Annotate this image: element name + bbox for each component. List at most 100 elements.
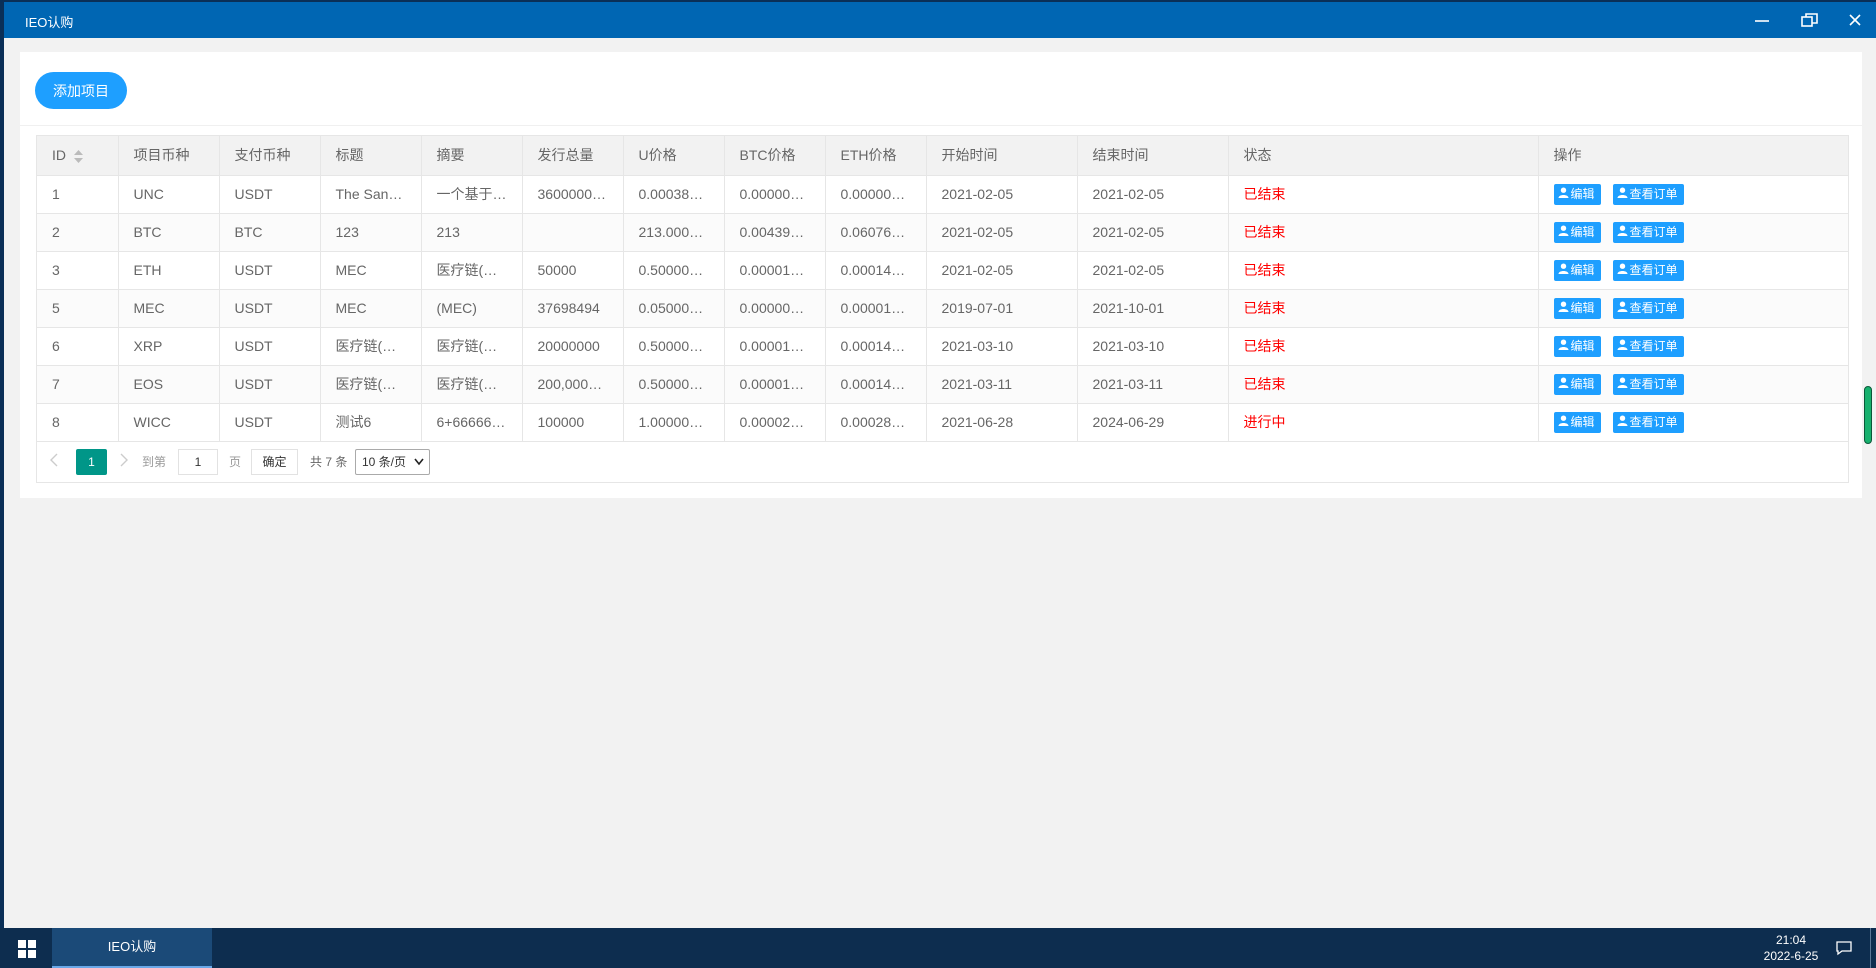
total-count: 共 7 条 [310,454,348,469]
cell-pay-coin: USDT [219,403,321,442]
minimize-icon[interactable] [1749,10,1775,32]
col-header-btc-price: BTC价格 [724,136,826,176]
table-row: 5 MEC USDT MEC (MEC) 37698494 0.05000… 0.00000…… [37,289,1848,328]
view-orders-label: 查看订单 [1629,376,1678,391]
col-header-pay-coin: 支付币种 [219,136,321,176]
cell-btc-price: 0.00001… [724,327,826,366]
restore-icon[interactable] [1797,10,1823,32]
cell-pay-coin: USDT [219,251,321,290]
table-row: 2 BTC BTC 123 213 213.000… 0.00439… 0.06076… 202… [37,213,1848,252]
cell-start-time: 2021-03-10 [926,327,1078,366]
page-current[interactable]: 1 [76,448,107,475]
user-icon [1617,184,1628,205]
card-toolbar: 添加项目 [20,52,1862,126]
col-header-total-supply: 发行总量 [522,136,624,176]
cell-btc-price: 0.00002… [724,403,826,442]
cell-title: MEC [320,251,422,290]
edit-button[interactable]: 编辑 [1553,411,1601,433]
cell-u-price: 1.00000… [623,403,725,442]
view-orders-label: 查看订单 [1629,262,1678,277]
cell-total-supply [522,213,624,252]
cell-summary: 一个基于… [421,175,523,214]
cell-btc-price: 0.00001… [724,365,826,404]
user-icon [1558,336,1569,357]
goto-page-input[interactable]: 1 [178,448,218,475]
col-header-summary: 摘要 [421,136,523,176]
edit-button[interactable]: 编辑 [1553,335,1601,357]
edit-button[interactable]: 编辑 [1553,297,1601,319]
goto-label: 到第 [142,454,167,469]
show-desktop-button[interactable] [1870,928,1871,968]
cell-actions: 编辑 查看订单 [1538,327,1848,366]
cell-total-supply: 20000000 [522,327,624,366]
view-orders-button[interactable]: 查看订单 [1612,411,1684,433]
edit-button[interactable]: 编辑 [1553,259,1601,281]
cell-summary: 医疗链(… [421,365,523,404]
col-header-status: 状态 [1228,136,1539,176]
cell-eth-price: 0.00028… [825,403,927,442]
cell-end-time: 2021-03-10 [1077,327,1229,366]
cell-id: 2 [37,213,119,252]
cell-summary: 医疗链(… [421,327,523,366]
window-titlebar: IEO认购 [0,0,1876,38]
cell-pay-coin: USDT [219,327,321,366]
cell-project-coin: EOS [118,365,220,404]
goto-confirm-button[interactable]: 确定 [251,448,298,475]
sort-icon[interactable] [74,150,83,164]
cell-project-coin: XRP [118,327,220,366]
view-orders-button[interactable]: 查看订单 [1612,183,1684,205]
user-icon [1558,374,1569,395]
cell-status: 进行中 [1228,403,1539,442]
close-icon[interactable] [1842,10,1868,32]
view-orders-button[interactable]: 查看订单 [1612,259,1684,281]
cell-id: 1 [37,175,119,214]
cell-total-supply: 50000 [522,251,624,290]
cell-project-coin: MEC [118,289,220,328]
cell-summary: 6+66666… [421,403,523,442]
scroll-indicator[interactable] [1864,386,1872,444]
edit-button[interactable]: 编辑 [1553,221,1601,243]
chevron-right-icon[interactable] [119,453,129,470]
taskbar-app-ieo[interactable]: IEO认购 [52,928,212,968]
cell-project-coin: WICC [118,403,220,442]
col-header-id[interactable]: ID [37,136,119,176]
table-header-row: ID 项目币种 支付币种 标题 摘要 发行总量 U价格 BTC价格 ETH价格 … [37,136,1848,176]
cell-u-price: 0.50000… [623,251,725,290]
cell-project-coin: BTC [118,213,220,252]
cell-end-time: 2021-02-05 [1077,251,1229,290]
cell-title: 123 [320,213,422,252]
cell-id: 6 [37,327,119,366]
view-orders-button[interactable]: 查看订单 [1612,221,1684,243]
cell-title: The San… [320,175,422,214]
chevron-left-icon[interactable] [49,453,59,470]
cell-end-time: 2021-10-01 [1077,289,1229,328]
edit-label: 编辑 [1570,224,1595,239]
cell-project-coin: ETH [118,251,220,290]
edit-button[interactable]: 编辑 [1553,183,1601,205]
cell-project-coin: UNC [118,175,220,214]
cell-eth-price: 0.00014… [825,251,927,290]
chevron-down-icon [414,458,424,465]
page-size-select[interactable]: 10 条/页 [355,448,430,475]
cell-status: 已结束 [1228,327,1539,366]
windows-start-icon[interactable] [18,940,36,958]
cell-status: 已结束 [1228,365,1539,404]
cell-summary: 医疗链(… [421,251,523,290]
view-orders-button[interactable]: 查看订单 [1612,373,1684,395]
view-orders-button[interactable]: 查看订单 [1612,335,1684,357]
cell-pay-coin: USDT [219,289,321,328]
edit-button[interactable]: 编辑 [1553,373,1601,395]
user-icon [1558,222,1569,243]
view-orders-button[interactable]: 查看订单 [1612,297,1684,319]
add-project-button[interactable]: 添加项目 [35,72,127,109]
cell-title: MEC [320,289,422,328]
notification-icon[interactable] [1835,940,1853,956]
cell-eth-price: 0.06076… [825,213,927,252]
cell-total-supply: 200,000… [522,365,624,404]
user-icon [1617,260,1628,281]
cell-start-time: 2019-07-01 [926,289,1078,328]
taskbar-clock[interactable]: 21:04 2022-6-25 [1756,932,1826,964]
window-title: IEO认购 [25,15,74,30]
taskbar: IEO认购 21:04 2022-6-25 [0,928,1876,968]
table-row: 1 UNC USDT The San… 一个基于… 3600000… 0.00038… 0.0… [37,175,1848,214]
